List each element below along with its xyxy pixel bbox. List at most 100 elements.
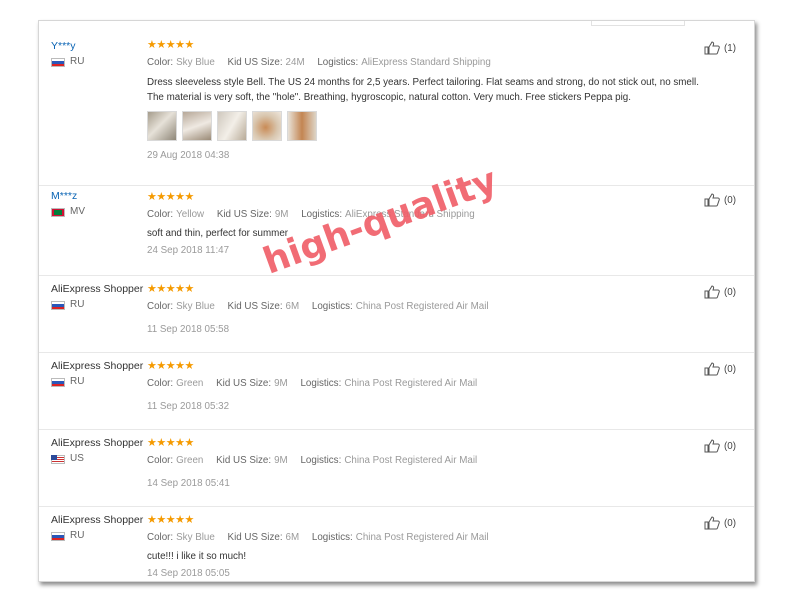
review-date: 11 Sep 2018 05:32 — [147, 401, 230, 412]
reviewer-info: M***z MV — [51, 189, 85, 218]
thumbs-up-icon — [704, 516, 720, 530]
reviewer-info: AliExpress Shopper RU — [51, 282, 143, 311]
review-body: ★★★★★ Color: Sky Blue Kid US Size: 24M Log… — [147, 39, 707, 162]
country-code: RU — [70, 299, 85, 310]
review-photo[interactable] — [182, 111, 212, 141]
reviews-panel: Y***y RU ★★★★★ Color: Sky Blue Kid US Siz… — [38, 20, 755, 582]
reviewer-country: RU — [51, 299, 143, 311]
review-text: Dress sleeveless style Bell. The US 24 m… — [147, 77, 699, 103]
attr-color: Green — [176, 455, 204, 466]
thumbs-up-icon — [704, 362, 720, 376]
review-date: 29 Aug 2018 04:38 — [147, 150, 230, 161]
review-item: AliExpress Shopper RU ★★★★★ Color: Sky Bl… — [39, 506, 754, 581]
attr-logistics: China Post Registered Air Mail — [355, 532, 489, 543]
reviewer-name[interactable]: AliExpress Shopper — [51, 359, 143, 373]
panel-top-tab — [591, 21, 685, 26]
thumbs-up-icon — [704, 439, 720, 453]
helpful-button[interactable]: (0) — [704, 193, 736, 207]
review-attributes: Color: Sky Blue Kid US Size: 24M Logistics… — [147, 57, 491, 68]
attr-size: 6M — [285, 532, 300, 543]
review-attributes: Color: Green Kid US Size: 9M Logistics: Chi… — [147, 455, 478, 466]
review-body: ★★★★★ Color: Green Kid US Size: 9M Logisti… — [147, 360, 707, 413]
star-rating: ★★★★★ — [147, 283, 194, 295]
review-attributes: Color: Green Kid US Size: 9M Logistics: Chi… — [147, 378, 478, 389]
attr-size: 24M — [285, 57, 305, 68]
attr-logistics: China Post Registered Air Mail — [344, 378, 478, 389]
review-body: ★★★★★ Color: Sky Blue Kid US Size: 6M Logi… — [147, 283, 707, 336]
flag-ru-icon — [51, 300, 65, 310]
flag-ru-icon — [51, 57, 65, 67]
reviewer-name[interactable]: AliExpress Shopper — [51, 282, 143, 296]
reviewer-info: AliExpress Shopper RU — [51, 359, 143, 388]
country-code: RU — [70, 530, 85, 541]
review-item: AliExpress Shopper RU ★★★★★ Color: Green … — [39, 352, 754, 430]
reviewer-country: RU — [51, 376, 143, 388]
helpful-count: (0) — [724, 194, 736, 206]
flag-ru-icon — [51, 377, 65, 387]
review-item: AliExpress Shopper RU ★★★★★ Color: Sky Bl… — [39, 275, 754, 353]
attr-size: 9M — [274, 378, 288, 389]
helpful-button[interactable]: (0) — [704, 516, 736, 530]
attr-color: Sky Blue — [176, 532, 215, 543]
flag-mv-icon — [51, 207, 65, 217]
attr-color: Yellow — [176, 209, 205, 220]
helpful-button[interactable]: (0) — [704, 362, 736, 376]
country-code: RU — [70, 376, 85, 387]
attr-size: 9M — [274, 209, 289, 220]
reviewer-info: AliExpress Shopper RU — [51, 513, 143, 542]
attr-color: Sky Blue — [176, 57, 215, 68]
helpful-button[interactable]: (1) — [704, 41, 736, 55]
helpful-count: (0) — [724, 363, 736, 375]
attr-color: Green — [176, 378, 204, 389]
reviewer-info: Y***y RU — [51, 39, 84, 68]
star-rating: ★★★★★ — [147, 437, 194, 449]
review-date: 14 Sep 2018 05:41 — [147, 478, 230, 489]
country-code: US — [70, 453, 84, 464]
country-code: RU — [70, 56, 85, 67]
helpful-count: (0) — [724, 440, 736, 452]
review-item: Y***y RU ★★★★★ Color: Sky Blue Kid US Siz… — [39, 35, 754, 186]
review-date: 14 Sep 2018 05:05 — [147, 568, 230, 579]
star-rating: ★★★★★ — [147, 514, 194, 526]
reviewer-country: RU — [51, 530, 143, 542]
thumbs-up-icon — [704, 41, 720, 55]
thumbs-up-icon — [704, 193, 720, 207]
review-photo[interactable] — [147, 111, 177, 141]
attr-color: Sky Blue — [176, 301, 215, 312]
reviewer-name[interactable]: M***z — [51, 189, 85, 203]
flag-us-icon — [51, 454, 65, 464]
flag-ru-icon — [51, 531, 65, 541]
reviewer-country: RU — [51, 56, 84, 68]
helpful-count: (1) — [724, 42, 736, 54]
star-rating: ★★★★★ — [147, 360, 194, 372]
review-date: 24 Sep 2018 11:47 — [147, 245, 230, 256]
attr-logistics: China Post Registered Air Mail — [344, 455, 478, 466]
helpful-count: (0) — [724, 286, 736, 298]
review-photo[interactable] — [252, 111, 282, 141]
review-body: ★★★★★ Color: Sky Blue Kid US Size: 6M Logi… — [147, 514, 707, 580]
reviewer-info: AliExpress Shopper US — [51, 436, 143, 465]
country-code: MV — [70, 206, 85, 217]
helpful-button[interactable]: (0) — [704, 285, 736, 299]
review-date: 11 Sep 2018 05:58 — [147, 324, 230, 335]
helpful-button[interactable]: (0) — [704, 439, 736, 453]
attr-logistics: AliExpress Standard Shipping — [361, 57, 491, 68]
review-text: cute!!! i like it so much! — [147, 551, 247, 562]
review-photo[interactable] — [287, 111, 317, 141]
review-item: AliExpress Shopper US ★★★★★ Color: Green … — [39, 429, 754, 507]
review-photo[interactable] — [217, 111, 247, 141]
attr-logistics: China Post Registered Air Mail — [355, 301, 489, 312]
review-attributes: Color: Sky Blue Kid US Size: 6M Logistics:… — [147, 532, 489, 543]
review-photos — [147, 111, 707, 141]
review-body: ★★★★★ Color: Green Kid US Size: 9M Logisti… — [147, 437, 707, 490]
reviewer-country: MV — [51, 206, 85, 218]
attr-size: 9M — [274, 455, 288, 466]
reviewer-name[interactable]: Y***y — [51, 39, 84, 53]
reviewer-name[interactable]: AliExpress Shopper — [51, 513, 143, 527]
helpful-count: (0) — [724, 517, 736, 529]
reviewer-country: US — [51, 453, 143, 465]
reviewer-name[interactable]: AliExpress Shopper — [51, 436, 143, 450]
review-attributes: Color: Sky Blue Kid US Size: 6M Logistics:… — [147, 301, 489, 312]
thumbs-up-icon — [704, 285, 720, 299]
attr-size: 6M — [285, 301, 300, 312]
